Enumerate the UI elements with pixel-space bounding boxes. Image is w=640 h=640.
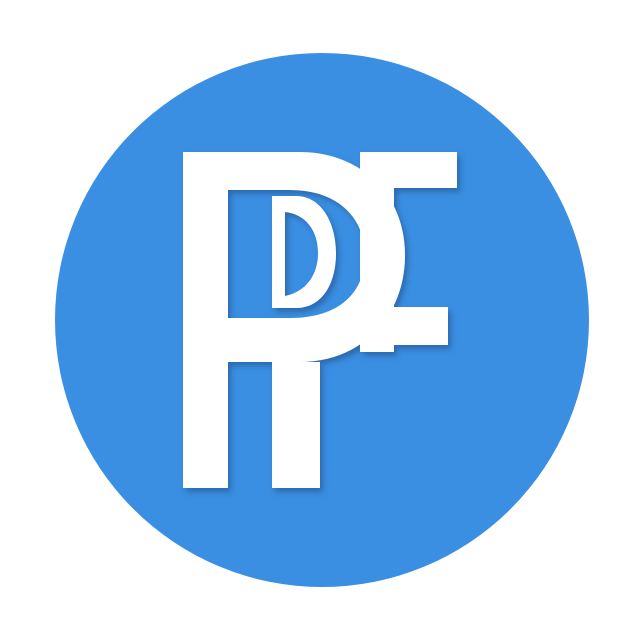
letter-p-inner-stem — [272, 362, 320, 488]
logo-canvas — [0, 0, 640, 640]
pf-monogram-logo — [55, 53, 589, 587]
